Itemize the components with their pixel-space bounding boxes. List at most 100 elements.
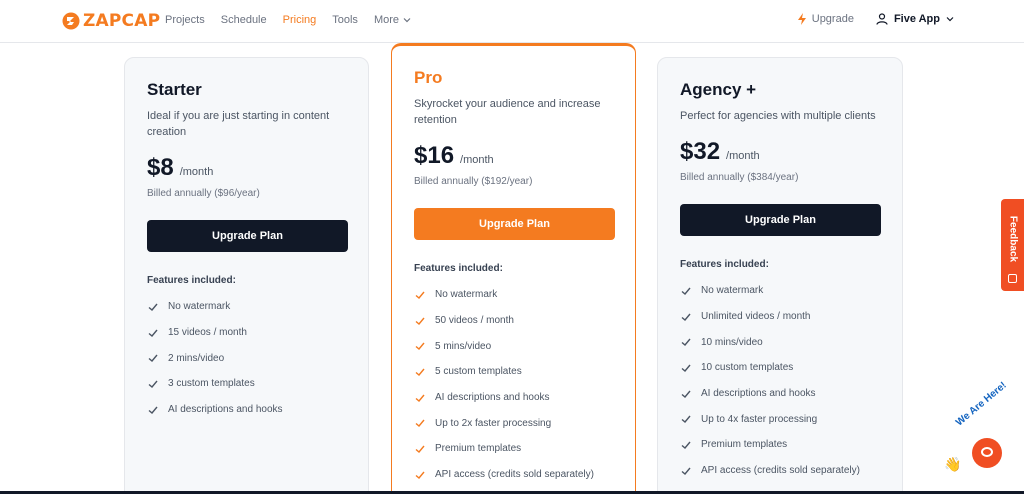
upgrade-plan-button[interactable]: Upgrade Plan (147, 220, 348, 252)
price-row: $16 /month (414, 142, 613, 170)
check-icon (148, 329, 158, 337)
feature-text: No watermark (435, 289, 498, 301)
upgrade-link[interactable]: Upgrade (797, 13, 854, 25)
plan-price: $16 (414, 142, 455, 169)
plan-description: Ideal if you are just starting in conten… (147, 110, 330, 138)
feature-text: Up to 2x faster processing (435, 417, 552, 429)
feedback-icon (1008, 274, 1017, 283)
feature-item: 2 mins/video (147, 345, 346, 371)
account-menu[interactable]: Five App (876, 13, 954, 25)
features-title: Features included: (680, 259, 769, 270)
feature-item: 5 mins/video (414, 333, 613, 359)
account-name: Five App (893, 13, 940, 25)
check-icon (681, 467, 691, 475)
chat-launcher-button[interactable] (972, 438, 1002, 468)
nav-projects[interactable]: Projects (165, 14, 205, 26)
feature-text: 10 mins/video (701, 336, 763, 348)
feature-item: API access (credits sold separately) (414, 462, 613, 488)
price-period: /month (460, 154, 494, 166)
feature-text: 15 videos / month (168, 327, 247, 339)
feature-item: No watermark (414, 282, 613, 308)
check-icon (415, 368, 425, 376)
feature-item: Premium templates (680, 432, 880, 458)
zapcap-logo-icon (62, 12, 80, 30)
upgrade-plan-button[interactable]: Upgrade Plan (680, 204, 881, 236)
feature-text: AI descriptions and hooks (701, 388, 816, 400)
feature-item: 10 mins/video (680, 329, 880, 355)
feature-item: Premium templates (414, 436, 613, 462)
price-row: $32 /month (680, 138, 880, 166)
check-icon (148, 380, 158, 388)
top-nav-bar: ZAPCAP Projects Schedule Pricing Tools M… (0, 0, 1024, 43)
feature-text: Unlimited videos / month (701, 311, 811, 323)
nav-tools[interactable]: Tools (332, 14, 358, 26)
price-period: /month (179, 166, 214, 178)
plan-price: $8 (147, 154, 174, 181)
plan-card-starter: Starter Ideal if you are just starting i… (124, 57, 369, 494)
feature-text: 2 mins/video (168, 352, 225, 364)
header-actions: Upgrade Five App (797, 13, 954, 25)
check-icon (415, 445, 425, 453)
plan-card-agency: Agency + Perfect for agencies with multi… (657, 57, 903, 494)
feature-text: AI descriptions and hooks (168, 404, 283, 416)
chevron-down-icon (946, 17, 954, 22)
chevron-down-icon (403, 18, 411, 23)
feature-item: 10 custom templates (680, 355, 880, 381)
billing-note: Billed annually ($192/year) (414, 176, 533, 187)
check-icon (415, 419, 425, 428)
check-icon (681, 441, 691, 449)
check-icon (415, 394, 425, 402)
upgrade-label: Upgrade (811, 13, 854, 25)
feature-text: AI descriptions and hooks (435, 392, 550, 404)
billing-note: Billed annually ($384/year) (680, 172, 799, 183)
nav-more-label: More (373, 14, 399, 26)
check-icon (148, 354, 158, 363)
feature-item: API access (credits sold separately) (680, 458, 880, 484)
feature-text: API access (credits sold separately) (701, 465, 860, 477)
feature-item: 50 videos / month (414, 308, 613, 334)
upgrade-plan-button[interactable]: Upgrade Plan (414, 208, 615, 240)
feature-text: Premium templates (435, 443, 522, 455)
main-nav: Projects Schedule Pricing Tools More (165, 14, 411, 26)
zapcap-logo[interactable]: ZAPCAP (62, 11, 160, 31)
waving-hand-icon: 👋 (944, 456, 962, 472)
feature-item: AI descriptions and hooks (414, 385, 613, 411)
feature-list: No watermark Unlimited videos / month 10… (680, 278, 880, 484)
check-icon (148, 303, 158, 311)
check-icon (415, 471, 425, 479)
plan-card-pro: Pro Skyrocket your audience and increase… (391, 43, 636, 494)
feature-text: 5 custom templates (435, 366, 522, 378)
user-icon (876, 13, 888, 25)
features-title: Features included: (414, 263, 503, 274)
features-title: Features included: (147, 275, 236, 286)
plan-name: Starter (147, 80, 202, 99)
logo-text: ZAPCAP (83, 11, 161, 31)
chat-greeting: We Are Here! (954, 379, 1009, 429)
check-icon (415, 291, 425, 299)
feature-text: 3 custom templates (168, 378, 255, 390)
feature-text: No watermark (701, 285, 764, 297)
check-icon (681, 313, 691, 321)
feature-item: Up to 4x faster processing (680, 406, 880, 432)
feature-item: No watermark (147, 294, 346, 320)
feature-text: 50 videos / month (435, 315, 514, 327)
feature-text: 5 mins/video (435, 340, 492, 352)
feature-text: API access (credits sold separately) (435, 469, 594, 481)
check-icon (681, 415, 691, 424)
nav-schedule[interactable]: Schedule (221, 14, 267, 26)
feature-list: No watermark 50 videos / month 5 mins/vi… (414, 282, 613, 488)
billing-note: Billed annually ($96/year) (147, 188, 260, 199)
feature-item: 15 videos / month (147, 320, 346, 346)
feature-text: 10 custom templates (701, 362, 794, 374)
nav-pricing[interactable]: Pricing (283, 14, 317, 26)
nav-more-dropdown[interactable]: More (374, 14, 411, 26)
feedback-tab[interactable]: Feedback (1001, 199, 1024, 291)
feature-item: No watermark (680, 278, 880, 304)
lightning-icon (797, 13, 806, 25)
plan-name: Agency + (680, 80, 757, 99)
check-icon (681, 390, 691, 398)
feedback-label: Feedback (1007, 215, 1018, 263)
check-icon (148, 406, 158, 414)
check-icon (681, 338, 691, 347)
plan-name: Pro (414, 68, 443, 87)
